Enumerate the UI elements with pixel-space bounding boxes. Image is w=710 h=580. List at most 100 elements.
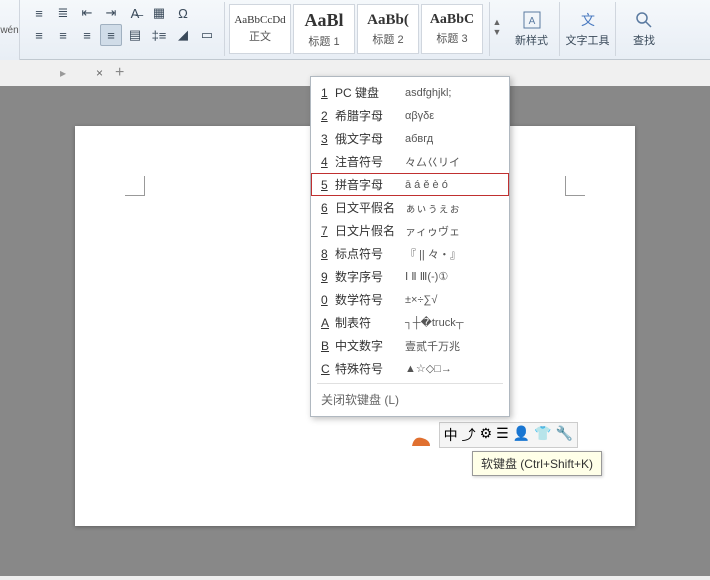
tab-add-button[interactable]: +: [115, 64, 124, 82]
menu-key: 1: [321, 86, 331, 100]
align-left-icon[interactable]: ≡: [28, 24, 50, 46]
status-icon-6[interactable]: 🔧: [556, 425, 573, 445]
menu-sample: ā á ě è ó: [405, 179, 448, 191]
menu-sample: αβγδε: [405, 110, 434, 122]
menu-sample: ┐┼�truck┬: [405, 316, 464, 329]
status-icon-4[interactable]: 👤: [513, 425, 530, 445]
menu-sample: ▲☆◇□→: [405, 362, 452, 375]
menu-label: 俄文字母: [335, 130, 405, 147]
indent-increase-icon[interactable]: ⇥: [100, 2, 122, 24]
ribbon-left-edge: wén: [0, 0, 20, 60]
menu-sample: 壹贰千万兆: [405, 338, 460, 354]
line-spacing-icon[interactable]: ‡≡: [148, 24, 170, 46]
text-tools-label: 文字工具: [566, 32, 610, 48]
style-item-3[interactable]: AaBbC 标题 3: [421, 4, 483, 54]
styles-more-button[interactable]: ▲▼: [490, 2, 504, 52]
align-center-icon[interactable]: ≡: [52, 24, 74, 46]
menu-key: 8: [321, 247, 331, 261]
soft-keyboard-item-5[interactable]: 5拼音字母ā á ě è ó: [311, 173, 509, 196]
status-icon-3[interactable]: ☰: [496, 425, 509, 445]
menu-key: 9: [321, 270, 331, 284]
menu-key: 3: [321, 132, 331, 146]
margin-corner-tr: [565, 176, 585, 196]
align-distribute-icon[interactable]: ▤: [124, 24, 146, 46]
style-preview: AaBbC: [430, 12, 474, 28]
symbol-icon[interactable]: Ω: [172, 2, 194, 24]
menu-label: 标点符号: [335, 245, 405, 262]
bullet-list-icon[interactable]: ≡: [28, 2, 50, 24]
new-style-button[interactable]: A 新样式: [504, 2, 560, 56]
new-style-label: 新样式: [515, 32, 548, 48]
menu-key: B: [321, 339, 331, 353]
shading-icon[interactable]: ◢: [172, 24, 194, 46]
paragraph-group: ≡ ≣ ⇤ ⇥ A̶ ▦ Ω ≡ ≡ ≡ ≡ ▤ ‡≡ ◢ ▭: [22, 2, 225, 56]
menu-sample: Ⅰ Ⅱ Ⅲ(-)①: [405, 270, 448, 283]
soft-keyboard-item-C[interactable]: C特殊符号▲☆◇□→: [311, 357, 509, 380]
menu-label: 中文数字: [335, 337, 405, 354]
svg-text:文: 文: [581, 12, 595, 28]
menu-label: 日文片假名: [335, 222, 405, 239]
menu-label: 希腊字母: [335, 107, 405, 124]
border-icon[interactable]: ▦: [148, 2, 170, 24]
soft-keyboard-item-6[interactable]: 6 日文平假名ぁぃぅぇぉ: [311, 196, 509, 219]
style-item-2[interactable]: AaBb(标题 2: [357, 4, 419, 54]
menu-label: 制表符: [335, 314, 405, 331]
style-label: 标题 3: [436, 30, 467, 46]
menu-sample: asdfghjkl;: [405, 87, 451, 99]
menu-label: 数字序号: [335, 268, 405, 285]
menu-label: 特殊符号: [335, 360, 405, 377]
indent-decrease-icon[interactable]: ⇤: [76, 2, 98, 24]
soft-keyboard-item-2[interactable]: 2 希腊字母αβγδε: [311, 104, 509, 127]
status-icon-2[interactable]: ⚙: [480, 425, 493, 445]
text-tools-button[interactable]: 文 文字工具: [560, 2, 616, 56]
menu-key: A: [321, 316, 331, 330]
menu-key: 7: [321, 224, 331, 238]
style-label: 正文: [249, 28, 271, 44]
menu-key: 0: [321, 293, 331, 307]
margin-corner-tl: [125, 176, 145, 196]
styles-gallery: AaBbCcDd 正文 AaBl标题 1AaBb(标题 2 AaBbC 标题 3: [225, 2, 490, 56]
border-bottom-icon[interactable]: ▭: [196, 24, 218, 46]
text-tools-icon: 文: [578, 10, 598, 30]
find-button[interactable]: 查找: [616, 2, 672, 56]
soft-keyboard-menu: 1 PC 键盘asdfghjkl; 2 希腊字母αβγδε 3 俄文字母абвгд 4注音符…: [310, 76, 510, 417]
menu-label: 注音符号: [335, 153, 405, 170]
style-item-1[interactable]: AaBl标题 1: [293, 4, 355, 54]
menu-label: PC 键盘: [335, 84, 405, 101]
find-label: 查找: [633, 32, 655, 48]
style-label: 标题 2: [372, 31, 403, 47]
svg-text:A: A: [528, 16, 535, 27]
menu-sample: 『 || 々・』: [405, 246, 461, 262]
tab-close-button[interactable]: ×: [96, 66, 103, 80]
close-soft-keyboard[interactable]: 关闭软键盘 (L): [311, 387, 509, 412]
number-list-icon[interactable]: ≣: [52, 2, 74, 24]
soft-keyboard-item-7[interactable]: 7日文片假名ァィゥヴェ: [311, 219, 509, 242]
menu-sample: ぁぃぅぇぉ: [405, 200, 460, 216]
menu-key: 2: [321, 109, 331, 123]
soft-keyboard-item-3[interactable]: 3 俄文字母абвгд: [311, 127, 509, 150]
soft-keyboard-item-0[interactable]: 0数学符号±×÷∑√: [311, 288, 509, 311]
menu-label: 拼音字母: [335, 176, 405, 193]
clear-format-icon[interactable]: A̶: [124, 2, 146, 24]
menu-sample: 々厶巜リイ: [405, 154, 460, 170]
style-item-0[interactable]: AaBbCcDd 正文: [229, 4, 291, 54]
status-icon-0[interactable]: 中: [444, 425, 458, 445]
status-icon-1[interactable]: ⤴: [462, 425, 476, 445]
menu-separator: [317, 383, 503, 384]
soft-keyboard-item-8[interactable]: 8 标点符号『 || 々・』: [311, 242, 509, 265]
soft-keyboard-item-9[interactable]: 9 数字序号Ⅰ Ⅱ Ⅲ(-)①: [311, 265, 509, 288]
status-icon-5[interactable]: 👕: [534, 425, 551, 445]
style-preview: AaBbCcDd: [234, 14, 285, 26]
ribbon-toolbar: ≡ ≣ ⇤ ⇥ A̶ ▦ Ω ≡ ≡ ≡ ≡ ▤ ‡≡ ◢ ▭ AaBbCcDd…: [0, 0, 710, 60]
soft-keyboard-item-A[interactable]: A 制表符┐┼�truck┬: [311, 311, 509, 334]
menu-label: 日文平假名: [335, 199, 405, 216]
soft-keyboard-item-1[interactable]: 1 PC 键盘asdfghjkl;: [311, 81, 509, 104]
style-preview: AaBl: [304, 10, 343, 31]
soft-keyboard-item-B[interactable]: B 中文数字壹贰千万兆: [311, 334, 509, 357]
menu-key: 6: [321, 201, 331, 215]
align-justify-icon[interactable]: ≡: [100, 24, 122, 46]
align-right-icon[interactable]: ≡: [76, 24, 98, 46]
soft-keyboard-item-4[interactable]: 4注音符号々厶巜リイ: [311, 150, 509, 173]
menu-sample: абвгд: [405, 133, 433, 145]
new-style-icon: A: [522, 10, 542, 30]
